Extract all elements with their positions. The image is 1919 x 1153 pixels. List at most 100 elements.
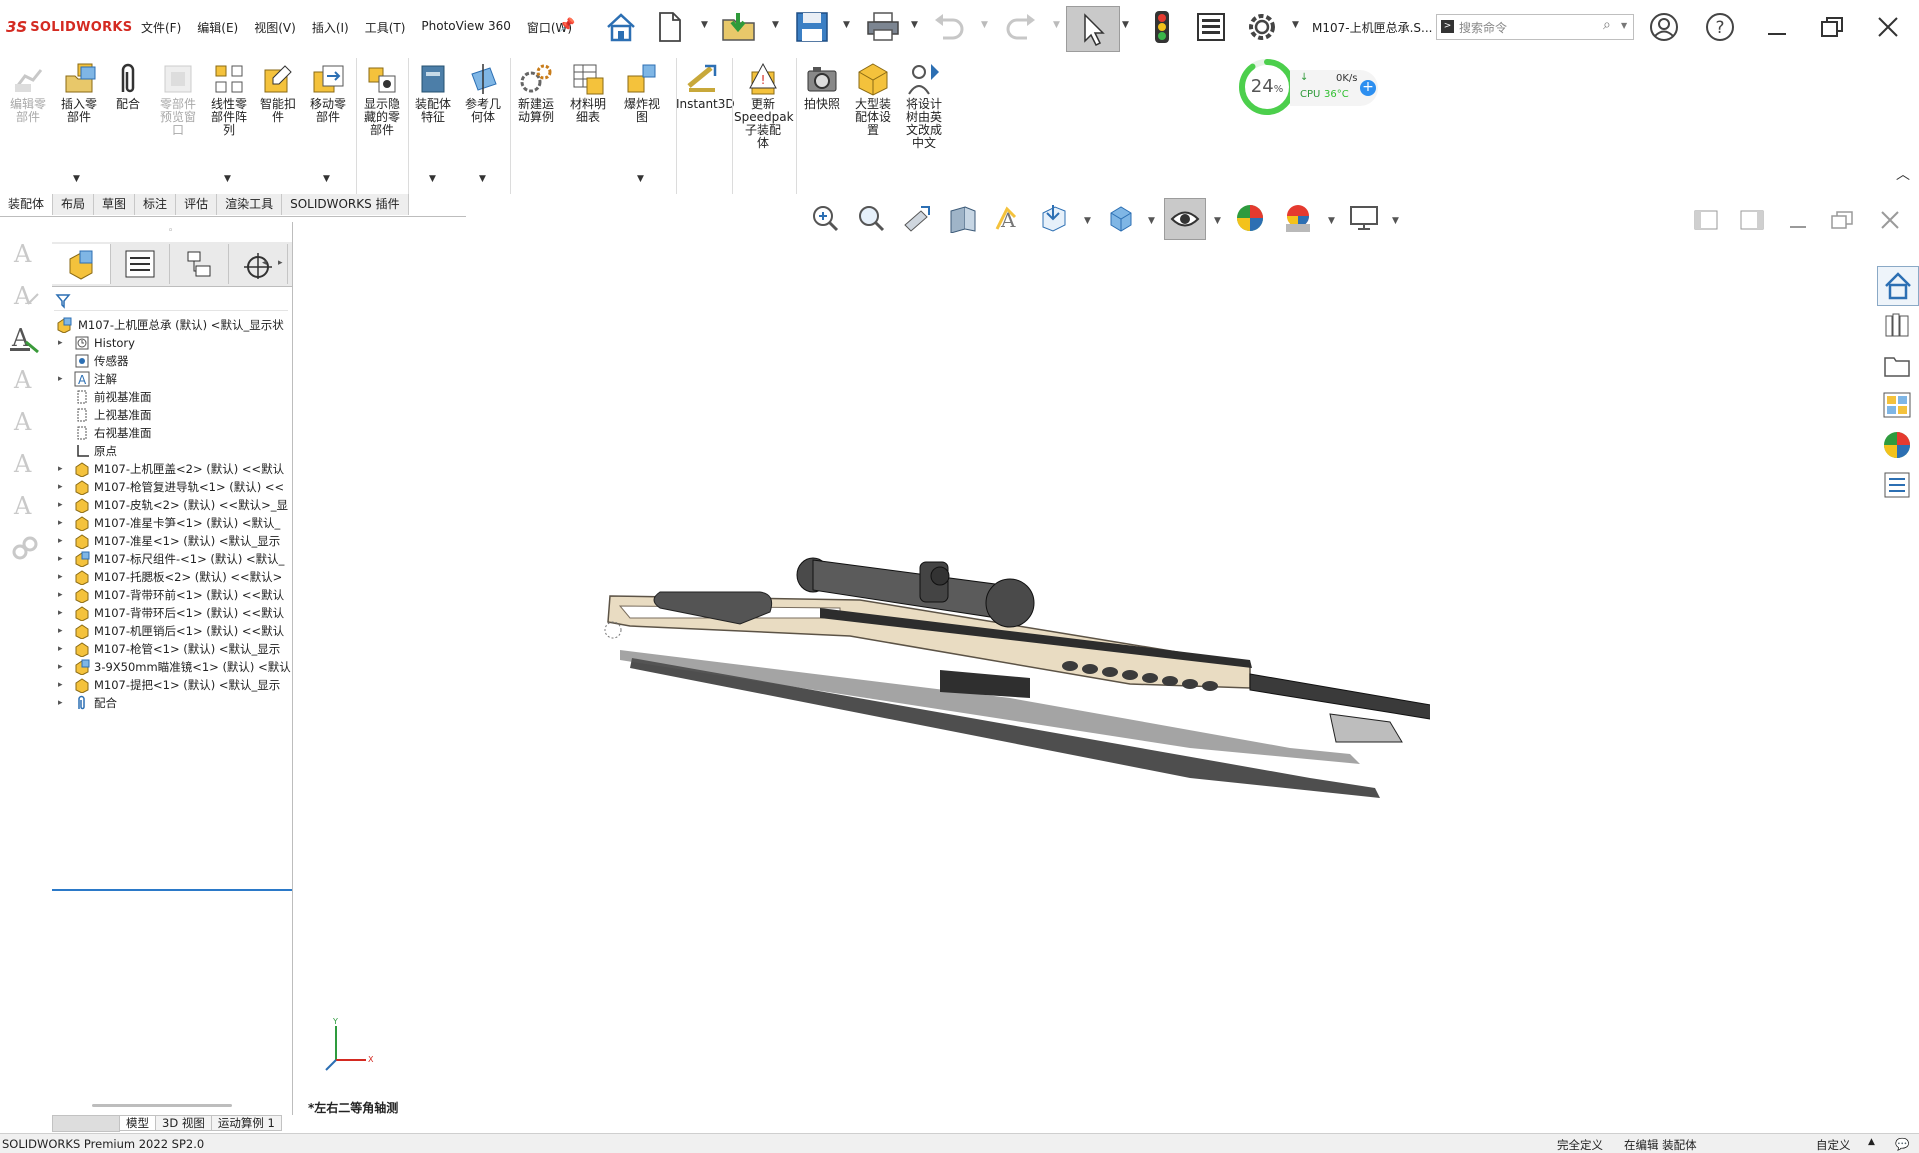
view-orientation-dropdown-icon[interactable]: ▼ [1084, 216, 1091, 226]
ribbon-smart-fasteners-button[interactable]: 智能扣 件 [256, 62, 300, 124]
menu-insert[interactable]: 插入(I) [312, 19, 349, 36]
ribbon-new-motion-study-button[interactable]: 新建运 动算例 [512, 62, 560, 124]
tab-markup[interactable]: 标注 [135, 194, 177, 215]
dynamic-annotation-views-icon[interactable]: A [990, 200, 1026, 236]
view-orientation-icon[interactable] [1034, 200, 1070, 236]
solidworks-resources-icon[interactable] [1877, 266, 1919, 306]
ribbon-component-preview-button[interactable]: 零部件 预览窗 口 [154, 62, 202, 137]
home-icon[interactable] [600, 8, 642, 46]
rebuild-icon[interactable] [1144, 8, 1180, 46]
balloon-icon[interactable]: A [8, 320, 42, 354]
note-icon[interactable]: A [8, 278, 42, 312]
search-dropdown-icon[interactable]: ▼ [1621, 21, 1627, 30]
tree-item[interactable]: 原点 [54, 442, 292, 460]
menu-file[interactable]: 文件(F) [141, 19, 181, 36]
panel-horizontal-scrollbar[interactable] [92, 1104, 232, 1107]
design-library-icon[interactable] [1877, 306, 1917, 344]
expand-arrow-icon[interactable]: ▸ [58, 370, 63, 388]
new-document-icon[interactable] [652, 8, 688, 46]
ribbon-bill-of-materials-button[interactable]: 材料明 细表 [564, 62, 612, 124]
status-units-dropdown-icon[interactable]: ▲ [1868, 1137, 1875, 1147]
collapse-ribbon-icon[interactable]: ︿ [1896, 164, 1910, 184]
expand-arrow-icon[interactable]: ▸ [58, 514, 63, 532]
tree-item[interactable]: ▸ A 注解 [54, 370, 292, 388]
tree-item[interactable]: ▸ M107-上机匣盖<2> (默认) <<默认 [54, 460, 292, 478]
tab-evaluate[interactable]: 评估 [176, 194, 218, 215]
search-icon[interactable]: ⌕ [1603, 17, 1611, 33]
panel-grip-icon[interactable]: ◦ [168, 226, 173, 236]
apply-scene-icon[interactable] [1280, 200, 1316, 236]
expand-arrow-icon[interactable]: ▸ [58, 496, 63, 514]
restore-window-button[interactable] [1812, 10, 1852, 44]
expand-arrow-icon[interactable]: ▸ [58, 640, 63, 658]
tab-assembly[interactable]: 装配体 [0, 194, 54, 215]
exploded-view-dropdown-icon[interactable]: ▼ [637, 174, 644, 184]
expand-arrow-icon[interactable]: ▸ [58, 622, 63, 640]
tree-item[interactable]: ▸ M107-枪管复进导轨<1> (默认) << [54, 478, 292, 496]
tree-item[interactable]: 上视基准面 [54, 406, 292, 424]
display-style-dropdown-icon[interactable]: ▼ [1148, 216, 1155, 226]
ribbon-linear-pattern-button[interactable]: 线性零 部件阵 列 [205, 62, 253, 137]
tree-item[interactable]: ▸ M107-准星<1> (默认) <默认_显示 [54, 532, 292, 550]
tree-item[interactable]: ▸ 3-9X50mm瞄准镜<1> (默认) <默认 [54, 658, 292, 676]
help-icon[interactable]: ? [1702, 8, 1738, 46]
ribbon-edit-component-button[interactable]: 编辑零 部件 [4, 62, 52, 124]
save-icon[interactable] [790, 8, 834, 46]
ribbon-reference-geometry-button[interactable]: 参考几 何体 [460, 62, 506, 124]
tree-filter[interactable] [54, 292, 288, 311]
ribbon-insert-component-button[interactable]: 插入零 部件 [55, 62, 103, 124]
ribbon-instant3d-button[interactable]: Instant3D [676, 62, 735, 111]
appearances-scenes-icon[interactable] [1877, 426, 1917, 464]
ribbon-show-hidden-button[interactable]: 显示隐 藏的零 部件 [358, 62, 406, 137]
tree-item[interactable]: ▸ M107-机匣销后<1> (默认) <<默认 [54, 622, 292, 640]
tree-item[interactable]: ▸ 配合 [54, 694, 292, 712]
tree-root[interactable]: M107-上机匣总承 (默认) <默认_显示状 [54, 316, 292, 334]
expand-arrow-icon[interactable]: ▸ [58, 676, 63, 694]
tab-render-tools[interactable]: 渲染工具 [217, 194, 283, 215]
view-settings-dropdown-icon[interactable]: ▼ [1392, 216, 1399, 226]
expand-arrow-icon[interactable]: ▸ [58, 478, 63, 496]
expand-arrow-icon[interactable]: ▸ [58, 586, 63, 604]
expand-arrow-icon[interactable]: ▸ [58, 334, 63, 352]
ribbon-snapshot-button[interactable]: 拍快照 [799, 62, 845, 111]
expand-arrow-icon[interactable]: ▸ [58, 694, 63, 712]
solidworks-logo[interactable]: 3S SOLIDWORKS [6, 16, 132, 38]
undo-dropdown-icon[interactable]: ▼ [981, 20, 988, 30]
apply-scene-dropdown-icon[interactable]: ▼ [1328, 216, 1335, 226]
tab-model[interactable]: 模型 [120, 1115, 156, 1131]
tree-item[interactable]: ▸ M107-背带环后<1> (默认) <<默认 [54, 604, 292, 622]
viewport-tile-right-icon[interactable] [1736, 205, 1768, 235]
reference-geometry-dropdown-icon[interactable]: ▼ [479, 174, 486, 184]
tabs-scroll-left-icon[interactable]: ◂ [262, 258, 267, 268]
expand-arrow-icon[interactable]: ▸ [58, 568, 63, 586]
tree-item[interactable]: ▸ M107-皮轨<2> (默认) <<默认>_显 [54, 496, 292, 514]
zoom-to-fit-icon[interactable] [806, 200, 842, 236]
rifle-3d-model[interactable] [590, 548, 1430, 798]
tooltip-toggle-icon[interactable]: 💬 [1895, 1137, 1909, 1151]
tree-item[interactable]: 前视基准面 [54, 388, 292, 406]
tree-item[interactable]: ▸ M107-标尺组件-<1> (默认) <默认_ [54, 550, 292, 568]
tree-item[interactable]: ▸ M107-枪管<1> (默认) <默认_显示 [54, 640, 292, 658]
save-dropdown-icon[interactable]: ▼ [843, 20, 850, 30]
file-explorer-icon[interactable] [1877, 346, 1917, 384]
viewport-minimize-icon[interactable] [1782, 205, 1814, 235]
open-icon[interactable] [718, 8, 762, 46]
menu-photoview[interactable]: PhotoView 360 [421, 19, 510, 36]
expand-arrow-icon[interactable]: ▸ [58, 604, 63, 622]
edit-appearance-icon[interactable] [1232, 200, 1268, 236]
property-manager-tab-icon[interactable] [111, 244, 170, 284]
viewport-tile-left-icon[interactable] [1690, 205, 1722, 235]
undo-icon[interactable] [928, 8, 970, 46]
new-dropdown-icon[interactable]: ▼ [701, 20, 708, 30]
expand-arrow-icon[interactable]: ▸ [58, 532, 63, 550]
hide-show-items-icon[interactable] [1164, 198, 1206, 240]
redo-dropdown-icon[interactable]: ▼ [1053, 20, 1060, 30]
ribbon-translate-tree-button[interactable]: 将设计 树由英 文改成 中文 [900, 62, 948, 150]
open-dropdown-icon[interactable]: ▼ [772, 20, 779, 30]
tree-item[interactable]: 右视基准面 [54, 424, 292, 442]
cpu-monitor-widget[interactable]: 24% ↓ 0K/s CPU 36°C + [1238, 58, 1388, 116]
file-properties-icon[interactable] [1192, 8, 1230, 46]
menu-edit[interactable]: 编辑(E) [197, 19, 238, 36]
zoom-to-area-icon[interactable] [852, 200, 888, 236]
tab-3d-views[interactable]: 3D 视图 [156, 1115, 212, 1131]
